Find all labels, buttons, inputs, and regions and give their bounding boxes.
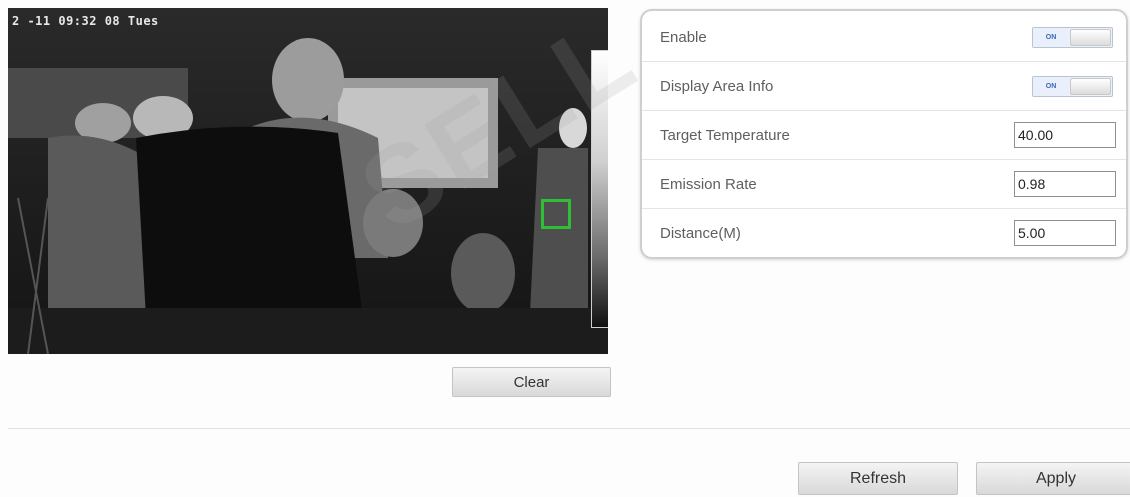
measurement-target-box[interactable]: [541, 199, 571, 229]
video-timestamp-overlay: 2 -11 09:32 08 Tues: [12, 14, 159, 28]
target-temperature-label: Target Temperature: [660, 126, 790, 144]
clear-button[interactable]: Clear: [452, 367, 611, 397]
enable-toggle-state: ON: [1033, 27, 1069, 47]
display-area-info-toggle[interactable]: ON: [1032, 75, 1113, 97]
emission-rate-input[interactable]: [1014, 171, 1116, 197]
display-area-info-toggle-knob: [1070, 77, 1111, 95]
display-area-info-label: Display Area Info: [660, 77, 774, 95]
display-area-info-row: Display Area Info ON: [642, 62, 1126, 111]
temperature-color-scale: [591, 50, 608, 328]
enable-toggle[interactable]: ON: [1032, 26, 1113, 48]
emission-rate-label: Emission Rate: [660, 175, 757, 193]
apply-button[interactable]: Apply: [976, 462, 1130, 495]
emission-rate-row: Emission Rate: [642, 160, 1126, 209]
display-area-info-toggle-state: ON: [1033, 76, 1069, 96]
distance-row: Distance(M): [642, 209, 1126, 257]
enable-row: Enable ON: [642, 13, 1126, 62]
target-temperature-row: Target Temperature: [642, 111, 1126, 160]
thermal-video-preview[interactable]: 2 -11 09:32 08 Tues: [8, 8, 608, 354]
thermal-scene-image: [8, 8, 608, 354]
enable-label: Enable: [660, 28, 707, 46]
enable-toggle-knob: [1070, 28, 1111, 46]
distance-input[interactable]: [1014, 220, 1116, 246]
target-temperature-input[interactable]: [1014, 122, 1116, 148]
thermal-settings-panel: Enable ON Display Area Info ON Target Te…: [640, 9, 1128, 259]
page: 2 -11 09:32 08 Tues Clear Enable ON Disp…: [0, 0, 1130, 497]
distance-label: Distance(M): [660, 224, 741, 242]
footer-divider: [8, 428, 1130, 429]
refresh-button[interactable]: Refresh: [798, 462, 958, 495]
